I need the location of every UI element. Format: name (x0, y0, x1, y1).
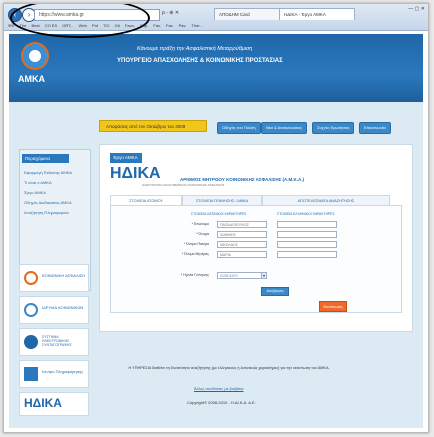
name-greek-input[interactable] (277, 231, 337, 238)
print-button[interactable]: Εκτύπωση (319, 301, 347, 312)
sidebar-logo-ika[interactable]: ΙΔΡΥΜΑ ΚΟΙΝΩΝΙΚΩΝ (19, 296, 89, 324)
field-label: * Όνομα (196, 232, 209, 236)
father-name-latin-input[interactable]: ΝΙΚΟΛΑΟΣ (217, 241, 267, 248)
surname-greek-input[interactable] (277, 221, 337, 228)
favorite-item[interactable]: Ther... (191, 23, 202, 28)
sidebar-item[interactable]: Οδηγός Διαδικασίας ΑΜΚΑ (24, 200, 72, 205)
field-label: * Επώνυμο (191, 222, 209, 226)
amka-logo-icon[interactable] (21, 42, 49, 70)
idika-logo-subtitle: ΗΛΕΚΤΡΟΝΙΚΗ ΔΙΑΚΥΒΕΡΝΗΣΗ ΚΟΙΝΩΝΙΚΗΣ ΑΣΦΑ… (142, 183, 225, 187)
panel-title: ΑΡΙΘΜΟΣ ΜΗΤΡΩΟΥ ΚΟΙΝΩΝΙΚΗΣ ΑΣΦΑΛΙΣΗΣ (Α.… (180, 177, 305, 182)
window-controls[interactable]: — ▢ ✕ (408, 6, 425, 12)
sidebar-logo-label: Κέντρο Πληροφόρησης (42, 369, 84, 374)
sidebar-logo-label: ΙΔΡΥΜΑ ΚΟΙΝΩΝΙΚΩΝ (42, 305, 84, 310)
sidebar-item[interactable]: Εφαρμογή Έκδοσης ΑΜΚΑ (24, 170, 72, 175)
column-header-greek: ΣΤΟΙΧΕΙΑ ΕΛΛΗΝΙΚΟΙ ΧΑΡΑΚΤΗΡΕΣ (277, 212, 335, 216)
copyright-text: Copyright© 2008-2010 - Η.ΔΙ.Κ.Α. Α.Ε. (187, 400, 256, 405)
nav-news[interactable]: Νέα & Ανακοινώσεις (261, 122, 307, 134)
sidebar-logo-prescription[interactable]: ΣΥΣΤΗΜΑ ΗΛΕΚΤΡΟΝΙΚΗΣ ΣΥΝΤΑΓΟΓΡΑΦΗΣ (19, 328, 89, 356)
nav-faq[interactable]: Συχνές Ερωτήσεις (312, 122, 355, 134)
browser-tab-2[interactable]: ΗΔΙΚΑ - Έργο ΑΜΚΑ (279, 8, 355, 20)
power-icon (24, 271, 38, 285)
field-label: * Όνομα Μητέρας (181, 252, 209, 256)
monitor-icon (24, 367, 38, 381)
surname-latin-input[interactable]: ΠΑΠΑΔΟΠΟΥΛΟΣ (217, 221, 267, 228)
address-controls[interactable]: ρ - ⊕ ✕ (162, 10, 179, 16)
address-highlight-circle (10, 4, 150, 38)
browser-window: ‹ › https://www.amka.gr ρ - ⊕ ✕ ΑΠΟΔΗΜ C… (3, 3, 429, 433)
pill-icon (24, 335, 38, 349)
sidebar-header: Περιεχόμενα (22, 154, 69, 163)
nav-contact[interactable]: Επικοινωνία (359, 122, 391, 134)
sidebar-item[interactable]: Αναζήτηση Πληροφοριών (24, 210, 69, 215)
father-name-greek-input[interactable] (277, 241, 337, 248)
sidebar-item[interactable]: Έργο ΑΜΚΑ (24, 190, 46, 195)
sidebar-item[interactable]: Τι είναι ο ΑΜΚΑ (24, 180, 52, 185)
banner-title: Κάνουμε πράξη την Ασφαλιστική Μεταρρύθμι… (137, 46, 253, 52)
sidebar-logo-info-center[interactable]: Κέντρο Πληροφόρησης (19, 360, 89, 388)
info-box[interactable]: Αποφάσεις από τον Οκτώβριο του 2009 (99, 120, 207, 132)
idika-logo-text: ΗΔΙΚΑ (24, 396, 62, 410)
search-form: ΣΤΟΙΧΕΙΑ ΛΑΤΙΝΙΚΟΙ ΧΑΡΑΚΤΗΡΕΣ ΣΤΟΙΧΕΙΑ Ε… (110, 205, 402, 313)
page-content: ΑΜΚΑ Κάνουμε πράξη την Ασφαλιστική Μεταρ… (9, 34, 423, 428)
panel-badge: Έργο ΑΜΚΑ (110, 153, 142, 163)
sidebar-logo-idika[interactable]: ΗΔΙΚΑ (19, 392, 89, 416)
favorite-item[interactable]: Fav. (166, 23, 173, 28)
sidebar-logo-social-insurance[interactable]: ΚΟΙΝΩΝΙΚΗ ΑΣΦΑΛΙΣΗ (19, 264, 89, 292)
column-header-latin: ΣΤΟΙΧΕΙΑ ΛΑΤΙΝΙΚΟΙ ΧΑΡΑΚΤΗΡΕΣ (191, 212, 247, 216)
footer-note: Η ΥΠΗΡΕΣΙΑ διαθέτει τη δυνατότητα αναζήτ… (128, 366, 330, 370)
mother-name-greek-input[interactable] (277, 251, 337, 258)
chevron-down-icon[interactable]: ▾ (261, 272, 267, 279)
idika-logo: ΗΔΙΚΑ (110, 165, 161, 182)
sidebar-logo-label: ΣΥΣΤΗΜΑ ΗΛΕΚΤΡΟΝΙΚΗΣ ΣΥΝΤΑΓΟΓΡΑΦΗΣ (42, 335, 72, 347)
birth-date-label: * Ημ/νία Γέννησης (180, 273, 209, 277)
favorite-item[interactable]: Pav. (179, 23, 187, 28)
amka-search-panel: Έργο ΑΜΚΑ ΗΔΙΚΑ ΗΛΕΚΤΡΟΝΙΚΗ ΔΙΑΚΥΒΕΡΝΗΣΗ… (99, 144, 413, 332)
search-button[interactable]: Αναζήτηση (261, 287, 289, 296)
help-link[interactable]: Άλλες συνδέσεις με βοήθεια (194, 386, 244, 391)
field-label: * Όνομα Πατέρα (183, 242, 209, 246)
favorite-item[interactable]: Fav. (153, 23, 160, 28)
banner-logo-text[interactable]: ΑΜΚΑ (18, 74, 45, 84)
sidebar-logo-label: ΚΟΙΝΩΝΙΚΗ ΑΣΦΑΛΙΣΗ (42, 273, 86, 278)
browser-tab-1[interactable]: ΑΠΟΔΗΜ Card (214, 8, 280, 20)
name-latin-input[interactable]: ΙΩΑΝΝΗΣ (217, 231, 267, 238)
power-icon (24, 303, 38, 317)
banner-subtitle: ΥΠΟΥΡΓΕΙΟ ΑΠΑΣΧΟΛΗΣΗΣ & ΚΟΙΝΩΝΙΚΗΣ ΠΡΟΣΤ… (117, 58, 283, 64)
mother-name-latin-input[interactable]: ΜΑΡΙΑ (217, 251, 267, 258)
birth-date-select[interactable]: 01/01/1970 (217, 272, 267, 279)
site-banner: ΑΜΚΑ Κάνουμε πράξη την Ασφαλιστική Μεταρ… (9, 34, 423, 102)
nav-citizen-guide[interactable]: Οδηγός του Πολίτη (217, 122, 261, 134)
